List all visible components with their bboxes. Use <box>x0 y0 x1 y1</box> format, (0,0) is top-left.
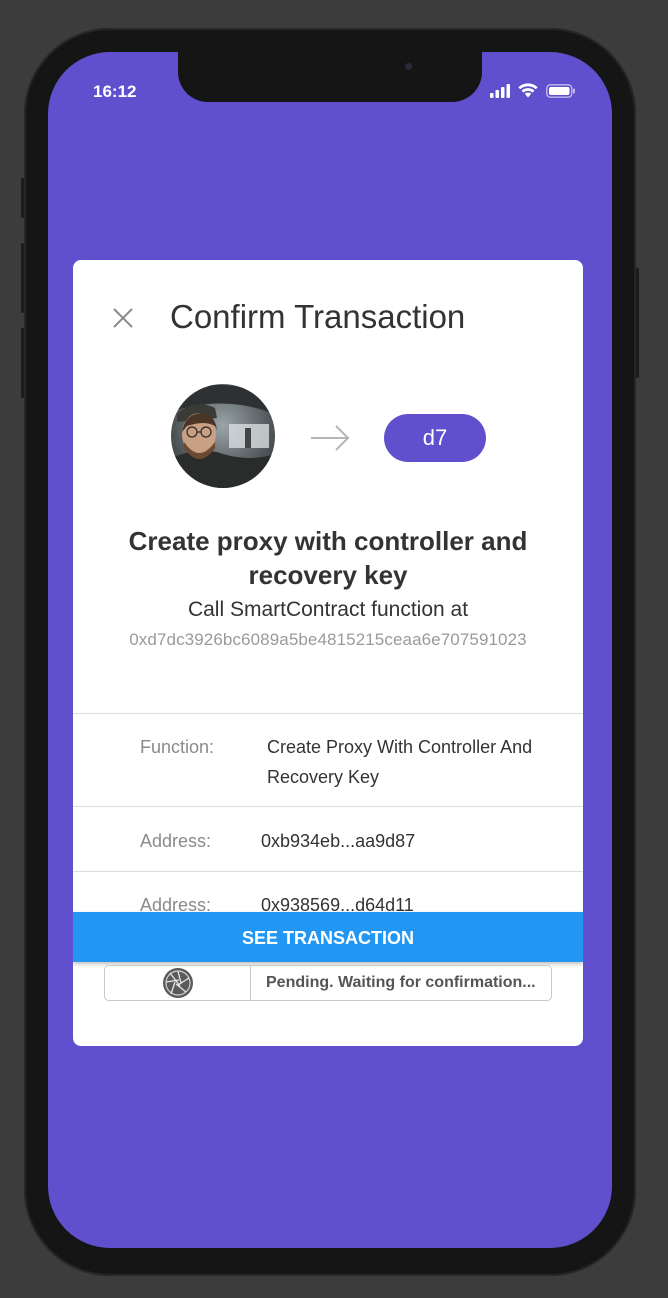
divider <box>73 871 583 872</box>
address-value[interactable]: 0xb934eb...aa9d87 <box>261 826 415 856</box>
divider <box>73 713 583 714</box>
camera <box>405 63 412 70</box>
phone-screen: 16:12 Confirm Transaction d7 Create prox… <box>48 52 612 1248</box>
volume-up-button <box>21 243 24 313</box>
address-label: Address: <box>140 831 212 851</box>
function-label: Function: <box>140 737 215 757</box>
wifi-icon <box>518 83 538 98</box>
transaction-subtitle: Call SmartContract function at <box>187 598 469 621</box>
function-value: Create Proxy With Controller And Recover… <box>267 737 533 787</box>
loading-spinner-icon <box>162 968 193 998</box>
arrow-right-icon <box>311 425 350 451</box>
power-button <box>636 268 639 378</box>
contract-address: 0xd7dc3926bc6089a5be4815215ceaa6e7075910… <box>129 630 527 649</box>
pending-text: Pending. Waiting for confirmation... <box>266 974 536 991</box>
status-time: 16:12 <box>93 82 137 101</box>
dialog-title: Confirm Transaction <box>170 298 466 335</box>
divider <box>73 806 583 807</box>
see-transaction-button[interactable]: SEE TRANSACTION <box>73 912 583 962</box>
mute-switch <box>21 178 24 218</box>
transaction-heading-text: Create proxy with controller and recover… <box>128 526 528 590</box>
close-icon[interactable] <box>109 304 137 332</box>
confirm-transaction-dialog: Confirm Transaction d7 Create proxy with… <box>73 260 583 1046</box>
volume-down-button <box>21 328 24 398</box>
signal-icon <box>490 83 510 98</box>
pending-icon-box <box>105 966 251 1000</box>
transaction-heading: Create proxy with controller and recover… <box>73 524 583 592</box>
status-icons <box>490 83 576 98</box>
recipient-badge: d7 <box>384 414 486 462</box>
notch <box>178 52 482 102</box>
sender-avatar <box>171 384 275 488</box>
battery-icon <box>546 83 575 98</box>
pending-status: Pending. Waiting for confirmation... <box>104 965 552 1001</box>
